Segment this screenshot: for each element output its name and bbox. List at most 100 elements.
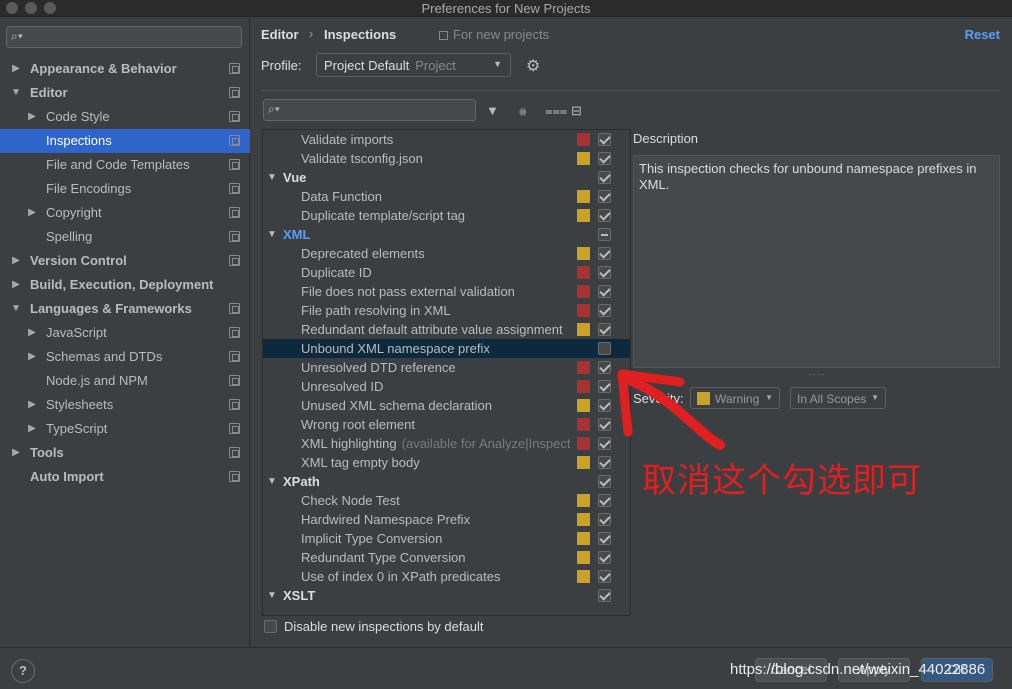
inspection-checkbox[interactable] (598, 342, 611, 355)
disable-new-inspections-label: Disable new inspections by default (284, 619, 484, 634)
settings-search-input[interactable]: ⌕▾ (6, 26, 242, 48)
chevron-right-icon[interactable]: ▶ (10, 57, 22, 81)
inspection-name: Unused XML schema declaration (301, 398, 493, 413)
inspection-checkbox[interactable] (598, 475, 611, 488)
inspection-item[interactable]: Validate imports (263, 130, 630, 149)
chevron-right-icon[interactable]: ▶ (10, 273, 22, 297)
inspection-checkbox[interactable] (598, 323, 611, 336)
inspection-checkbox[interactable] (598, 228, 611, 241)
resize-grip-icon[interactable]: …… (808, 368, 826, 377)
inspection-item[interactable]: File does not pass external validation (263, 282, 630, 301)
gear-icon[interactable]: ⚙ (526, 56, 540, 76)
chevron-down-icon[interactable]: ▼ (267, 225, 277, 244)
inspection-checkbox[interactable] (598, 551, 611, 564)
reset-to-default-icon[interactable]: ⊟ (571, 103, 582, 119)
inspection-checkbox[interactable] (598, 285, 611, 298)
inspection-item[interactable]: Data Function (263, 187, 630, 206)
chevron-right-icon[interactable]: ▶ (26, 105, 38, 129)
reset-link[interactable]: Reset (965, 27, 1000, 42)
chevron-right-icon[interactable]: ▶ (26, 393, 38, 417)
inspection-item[interactable]: Unused XML schema declaration (263, 396, 630, 415)
chevron-down-icon[interactable]: ▼ (267, 586, 277, 605)
inspection-item[interactable]: Check Node Test (263, 491, 630, 510)
sidebar-item[interactable]: ▶ JavaScript (0, 321, 250, 345)
sidebar-item[interactable]: Inspections (0, 129, 250, 153)
chevron-right-icon[interactable]: ▶ (10, 249, 22, 273)
chevron-down-icon[interactable]: ▼ (10, 81, 22, 105)
inspection-item[interactable]: Duplicate template/script tag (263, 206, 630, 225)
inspection-name: Hardwired Namespace Prefix (301, 512, 471, 527)
inspection-checkbox[interactable] (598, 266, 611, 279)
sidebar-item[interactable]: ▶ Schemas and DTDs (0, 345, 250, 369)
sidebar-item[interactable]: ▶ Build, Execution, Deployment (0, 273, 250, 297)
inspection-checkbox[interactable] (598, 209, 611, 222)
chevron-right-icon[interactable]: ▶ (26, 321, 38, 345)
filter-icon[interactable]: ▼ (486, 103, 499, 118)
scope-select[interactable]: In All Scopes ▼ (790, 387, 886, 409)
inspection-item[interactable]: Redundant Type Conversion (263, 548, 630, 567)
inspection-checkbox[interactable] (598, 152, 611, 165)
help-button[interactable]: ? (11, 659, 35, 683)
sidebar-item-label: Stylesheets (46, 397, 114, 412)
collapse-all-icon[interactable]: ⩶ (545, 103, 567, 119)
inspections-tree[interactable]: Validate imports Validate tsconfig.json ▼ V… (262, 129, 631, 616)
chevron-right-icon[interactable]: ▶ (26, 417, 38, 441)
sidebar-item[interactable]: ▼ Editor (0, 81, 250, 105)
chevron-down-icon[interactable]: ▼ (267, 168, 277, 187)
inspection-item[interactable]: Unresolved ID (263, 377, 630, 396)
inspection-checkbox[interactable] (598, 494, 611, 507)
inspection-checkbox[interactable] (598, 133, 611, 146)
project-level-icon (229, 207, 240, 218)
sidebar-item[interactable]: ▶ Version Control (0, 249, 250, 273)
sidebar-item[interactable]: ▶ Appearance & Behavior (0, 57, 250, 81)
sidebar-item[interactable]: ▶ Tools (0, 441, 250, 465)
inspection-group[interactable]: ▼ XML (263, 225, 630, 244)
inspection-item[interactable]: Redundant default attribute value assign… (263, 320, 630, 339)
sidebar-item[interactable]: File Encodings (0, 177, 250, 201)
inspection-item[interactable]: XML tag empty body (263, 453, 630, 472)
chevron-right-icon[interactable]: ▶ (26, 201, 38, 225)
inspection-item[interactable]: Implicit Type Conversion (263, 529, 630, 548)
inspection-item[interactable]: Deprecated elements (263, 244, 630, 263)
chevron-down-icon[interactable]: ▼ (267, 472, 277, 491)
profile-select[interactable]: Project Default Project ▼ (316, 53, 511, 77)
project-level-icon (229, 231, 240, 242)
inspection-checkbox[interactable] (598, 513, 611, 526)
inspection-item[interactable]: Use of index 0 in XPath predicates (263, 567, 630, 586)
inspection-item[interactable]: Duplicate ID (263, 263, 630, 282)
chevron-right-icon[interactable]: ▶ (26, 345, 38, 369)
expand-all-icon[interactable]: ⩷ (519, 103, 527, 119)
sidebar-item[interactable]: Node.js and NPM (0, 369, 250, 393)
sidebar-item[interactable]: ▶ Copyright (0, 201, 250, 225)
inspection-group[interactable]: ▼ Vue (263, 168, 630, 187)
inspection-item[interactable]: Validate tsconfig.json (263, 149, 630, 168)
inspection-group[interactable]: ▼ XPath (263, 472, 630, 491)
inspection-item[interactable]: Wrong root element (263, 415, 630, 434)
inspection-item[interactable]: Hardwired Namespace Prefix (263, 510, 630, 529)
disable-new-inspections-checkbox[interactable] (264, 620, 277, 633)
inspection-checkbox[interactable] (598, 570, 611, 583)
sidebar-item[interactable]: ▶ Stylesheets (0, 393, 250, 417)
inspection-item[interactable]: Unresolved DTD reference (263, 358, 630, 377)
sidebar-item[interactable]: Auto Import (0, 465, 250, 489)
sidebar-item[interactable]: Spelling (0, 225, 250, 249)
breadcrumb-editor[interactable]: Editor (261, 27, 299, 42)
sidebar-item[interactable]: ▶ TypeScript (0, 417, 250, 441)
severity-swatch (577, 361, 590, 374)
sidebar-item[interactable]: ▶ Code Style (0, 105, 250, 129)
sidebar-item[interactable]: File and Code Templates (0, 153, 250, 177)
inspection-checkbox[interactable] (598, 304, 611, 317)
inspection-item[interactable]: XML highlighting (available for Analyze|I… (263, 434, 630, 453)
inspection-checkbox[interactable] (598, 589, 611, 602)
sidebar-item[interactable]: ▼ Languages & Frameworks (0, 297, 250, 321)
inspection-checkbox[interactable] (598, 171, 611, 184)
inspections-search-input[interactable]: ⌕▾ (263, 99, 476, 121)
inspection-checkbox[interactable] (598, 247, 611, 260)
inspection-item[interactable]: Unbound XML namespace prefix (263, 339, 630, 358)
inspection-group[interactable]: ▼ XSLT (263, 586, 630, 605)
chevron-right-icon[interactable]: ▶ (10, 441, 22, 465)
inspection-item[interactable]: File path resolving in XML (263, 301, 630, 320)
chevron-down-icon[interactable]: ▼ (10, 297, 22, 321)
inspection-checkbox[interactable] (598, 532, 611, 545)
inspection-checkbox[interactable] (598, 190, 611, 203)
